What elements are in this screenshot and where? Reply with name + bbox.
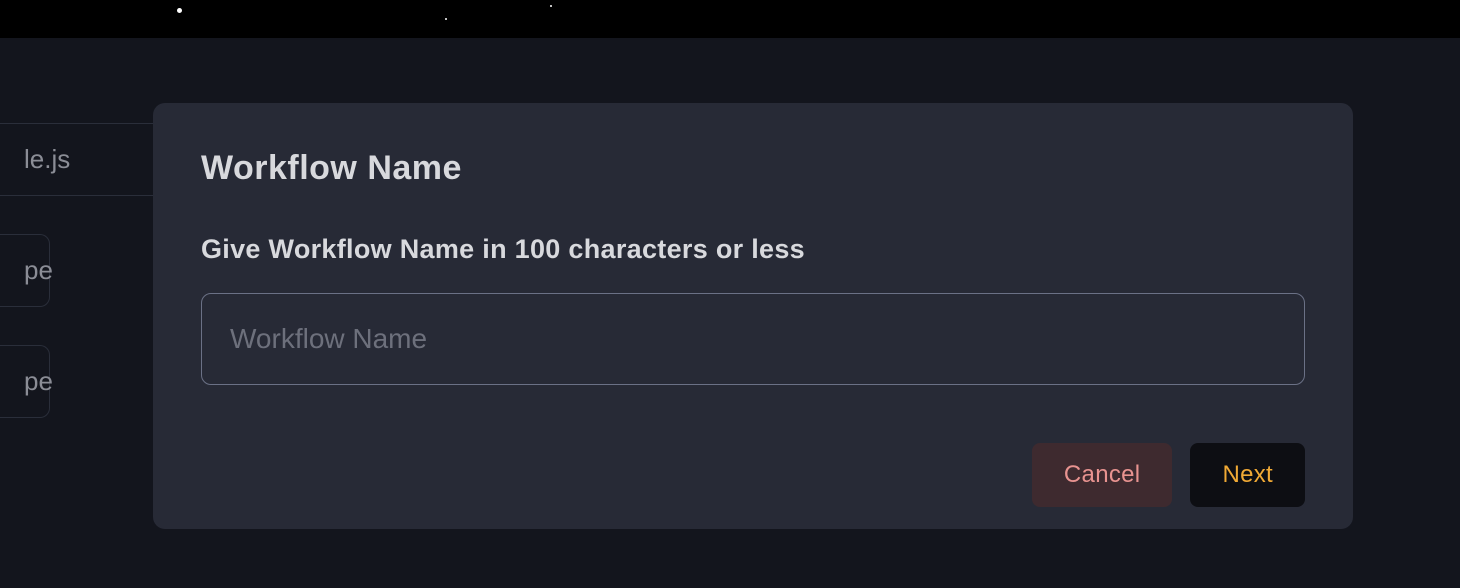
modal-actions: Cancel Next xyxy=(201,443,1305,507)
decoration-star xyxy=(177,8,182,13)
next-button[interactable]: Next xyxy=(1190,443,1305,507)
decoration-star xyxy=(445,18,447,20)
workflow-name-modal: Workflow Name Give Workflow Name in 100 … xyxy=(153,103,1353,529)
background-list-item: pe xyxy=(0,345,50,418)
modal-instruction: Give Workflow Name in 100 characters or … xyxy=(201,234,1305,265)
workflow-name-input[interactable] xyxy=(201,293,1305,385)
cancel-button[interactable]: Cancel xyxy=(1032,443,1173,507)
background-list-item: pe xyxy=(0,234,50,307)
modal-title: Workflow Name xyxy=(201,149,1305,188)
decoration-star xyxy=(550,5,552,7)
